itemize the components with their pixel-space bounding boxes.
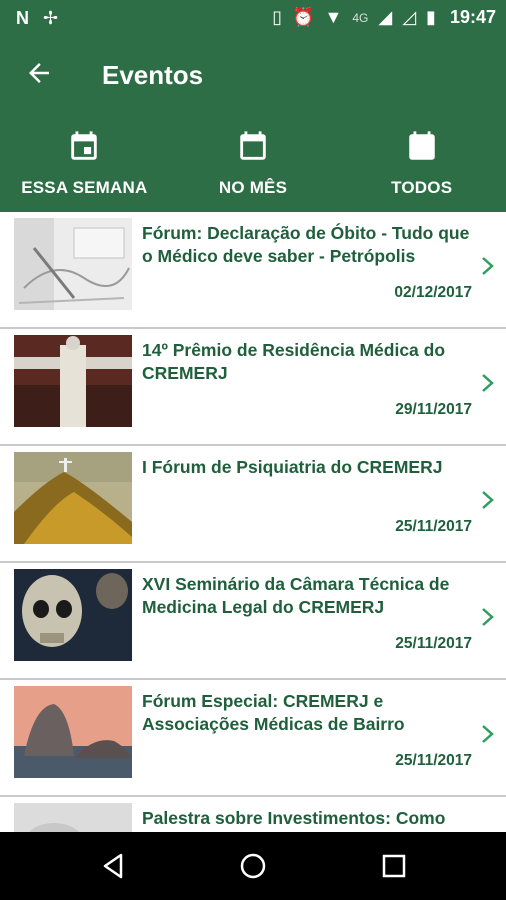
tab-bar: ESSA SEMANA NO MÊS TODOS bbox=[0, 126, 506, 212]
n-notification-icon: N bbox=[16, 8, 29, 28]
back-arrow-icon[interactable] bbox=[24, 58, 54, 88]
event-date: 29/11/2017 bbox=[395, 401, 472, 418]
event-title: Fórum Especial: CREMERJ e Associações Mé… bbox=[142, 691, 405, 734]
network-type: 4G bbox=[352, 10, 369, 25]
alarm-icon: ⏰ bbox=[292, 7, 315, 27]
tab-label: NO MÊS bbox=[218, 178, 288, 197]
list-item[interactable]: Palestra sobre Investimentos: Como Inves… bbox=[0, 797, 506, 832]
wifi-icon: ▼ bbox=[324, 7, 343, 27]
chevron-right-icon bbox=[482, 257, 494, 275]
event-title: Fórum: Declaração de Óbito - Tudo que o … bbox=[142, 223, 470, 266]
list-item[interactable]: Fórum Especial: CREMERJ e Associações Mé… bbox=[0, 680, 506, 797]
event-thumbnail-sketch bbox=[14, 218, 132, 310]
event-thumbnail-christ bbox=[14, 335, 132, 427]
nav-home-icon[interactable] bbox=[236, 849, 270, 883]
event-date: 25/11/2017 bbox=[395, 518, 472, 535]
event-title: XVI Seminário da Câmara Técnica de Medic… bbox=[142, 574, 450, 617]
event-thumbnail-sugarloaf bbox=[14, 686, 132, 778]
clock: 19:47 bbox=[449, 7, 496, 27]
event-thumbnail-grey bbox=[14, 803, 132, 832]
chevron-right-icon bbox=[482, 608, 494, 626]
battery-charging-icon: ▮ bbox=[426, 7, 436, 27]
chevron-right-icon bbox=[482, 725, 494, 743]
list-item[interactable]: 14º Prêmio de Residência Médica do CREME… bbox=[0, 329, 506, 446]
page-title: Eventos bbox=[102, 60, 204, 90]
event-list[interactable]: Fórum: Declaração de Óbito - Tudo que o … bbox=[0, 212, 506, 832]
app-bar: Eventos ESSA SEMANA NO MÊS TODOS bbox=[0, 36, 506, 212]
tab-no-mes[interactable]: NO MÊS bbox=[169, 126, 338, 212]
event-date: 25/11/2017 bbox=[395, 635, 472, 652]
signal-icon: ◢ bbox=[378, 7, 393, 27]
tab-label: TODOS bbox=[391, 178, 453, 197]
event-title: I Fórum de Psiquiatria do CREMERJ bbox=[142, 457, 443, 477]
calendar-all-icon bbox=[408, 131, 435, 160]
event-date: 25/11/2017 bbox=[395, 752, 472, 769]
nav-back-icon[interactable] bbox=[97, 849, 131, 883]
event-date: 02/12/2017 bbox=[394, 284, 472, 301]
sync-notification-icon: ✢ bbox=[43, 8, 59, 28]
signal-2-icon: ◿ bbox=[402, 7, 417, 27]
tab-label: ESSA SEMANA bbox=[21, 178, 148, 197]
tab-essa-semana[interactable]: ESSA SEMANA bbox=[0, 126, 169, 212]
event-thumbnail-skull bbox=[14, 569, 132, 661]
nav-recents-icon[interactable] bbox=[377, 849, 411, 883]
event-thumbnail-corcovado bbox=[14, 452, 132, 544]
event-title: Palestra sobre Investimentos: Como Inves… bbox=[142, 808, 446, 832]
list-item[interactable]: Fórum: Declaração de Óbito - Tudo que o … bbox=[0, 212, 506, 329]
chevron-right-icon bbox=[482, 374, 494, 392]
list-item[interactable]: XVI Seminário da Câmara Técnica de Medic… bbox=[0, 563, 506, 680]
vibrate-icon: ▯ bbox=[272, 7, 283, 27]
calendar-today-icon bbox=[71, 131, 98, 160]
system-navigation-bar bbox=[0, 832, 506, 900]
event-title: 14º Prêmio de Residência Médica do CREME… bbox=[142, 340, 446, 383]
list-item[interactable]: I Fórum de Psiquiatria do CREMERJ 25/11/… bbox=[0, 446, 506, 563]
status-bar: N ✢ ▯ ⏰ ▼ 4G ◢ ◿ ▮ 19:47 bbox=[0, 0, 506, 36]
tab-todos[interactable]: TODOS bbox=[337, 126, 506, 212]
calendar-month-icon bbox=[240, 131, 266, 160]
chevron-right-icon bbox=[482, 491, 494, 509]
